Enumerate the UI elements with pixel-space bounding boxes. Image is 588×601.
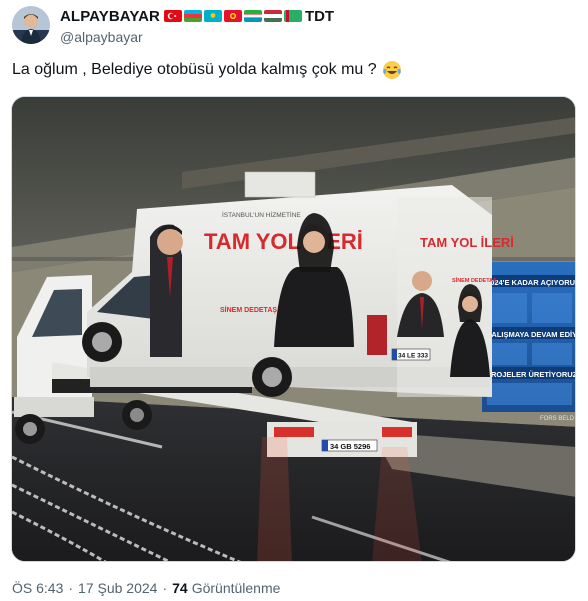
flag-kazakhstan-icon bbox=[203, 10, 222, 22]
van-rear-candidate: SİNEM DEDETAŞ bbox=[452, 277, 497, 284]
display-name-row: ALPAYBAYAR TDT bbox=[60, 7, 334, 25]
tweet-header: ALPAYBAYAR TDT @alpaybayar bbox=[12, 6, 572, 46]
tweet-time[interactable]: ÖS 6:43 bbox=[12, 580, 63, 596]
billboard-line-3: PROJELER ÜRETİYORUZ bbox=[486, 370, 576, 379]
van-candidate: SİNEM DEDETAŞ bbox=[220, 306, 277, 314]
tweet-photo[interactable]: 2024'E KADAR AÇIYORUZ ÇALIŞMAYA DEVAM ED… bbox=[11, 96, 576, 562]
van-slogan: TAM YOL İLERİ bbox=[204, 229, 363, 254]
billboard-footer: FORS BELD bbox=[540, 416, 575, 422]
flag-uzbekistan-icon bbox=[243, 10, 262, 22]
flag-azerbaijan-icon bbox=[183, 10, 202, 22]
flag-hungary-icon bbox=[263, 10, 282, 22]
avatar-portrait-icon bbox=[12, 6, 50, 44]
tweet-body: La oğlum , Belediye otobüsü yolda kalmış… bbox=[12, 61, 377, 78]
views-label: Görüntülenme bbox=[191, 580, 281, 596]
author-avatar[interactable] bbox=[12, 6, 50, 44]
tweet-text: La oğlum , Belediye otobüsü yolda kalmış… bbox=[12, 60, 402, 80]
tweet-date[interactable]: 17 Şub 2024 bbox=[78, 580, 157, 596]
author-name-suffix: TDT bbox=[304, 7, 335, 25]
flag-turkmenistan-icon bbox=[283, 10, 302, 22]
truck-plate: 34 GB 5296 bbox=[330, 442, 370, 451]
van-rear-slogan: TAM YOL İLERİ bbox=[420, 235, 514, 250]
flag-turkey-icon bbox=[163, 10, 182, 22]
face-with-tears-of-joy-icon bbox=[382, 60, 402, 80]
van-topline: İSTANBUL'UN HİZMETİNE bbox=[222, 210, 301, 219]
photo-scene: 2024'E KADAR AÇIYORUZ ÇALIŞMAYA DEVAM ED… bbox=[12, 97, 576, 561]
author-handle[interactable]: @alpaybayar bbox=[60, 29, 334, 45]
separator: · bbox=[68, 580, 74, 596]
tweet-footer: ÖS 6:43 · 17 Şub 2024 · 74 Görüntülenme bbox=[12, 580, 280, 596]
flag-icons bbox=[163, 10, 304, 22]
separator: · bbox=[162, 580, 168, 596]
flag-kyrgyzstan-icon bbox=[223, 10, 242, 22]
billboard-line-1: 2024'E KADAR AÇIYORUZ bbox=[486, 278, 576, 287]
views-count[interactable]: 74 bbox=[172, 580, 188, 596]
author-names: ALPAYBAYAR TDT @alpaybayar bbox=[60, 7, 334, 46]
billboard: 2024'E KADAR AÇIYORUZ ÇALIŞMAYA DEVAM ED… bbox=[482, 262, 576, 422]
billboard-line-2: ÇALIŞMAYA DEVAM EDİYORUZ bbox=[486, 330, 576, 339]
van-plate: 34 LE 333 bbox=[398, 353, 428, 360]
author-display-name[interactable]: ALPAYBAYAR bbox=[60, 8, 160, 25]
